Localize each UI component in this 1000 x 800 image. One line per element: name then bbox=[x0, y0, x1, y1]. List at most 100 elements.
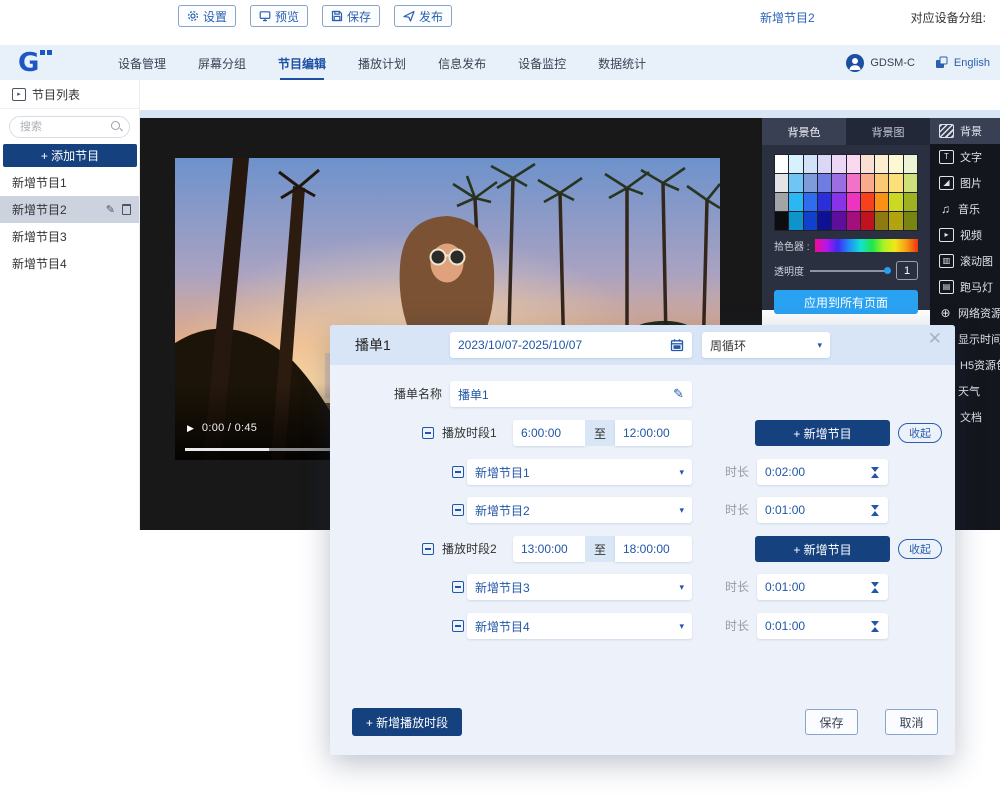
segment-start-input[interactable]: 6:00:00 bbox=[513, 420, 585, 446]
tool-text[interactable]: T文字 bbox=[930, 144, 1000, 170]
tool-music[interactable]: ♫音乐 bbox=[930, 196, 1000, 222]
program-select[interactable]: 新增节目2▾ bbox=[467, 497, 692, 523]
duration-input[interactable]: 0:01:00 bbox=[757, 613, 888, 639]
sidebar-program-item[interactable]: 新增节目1 bbox=[0, 169, 139, 196]
color-swatch[interactable] bbox=[804, 155, 817, 173]
sidebar-program-item[interactable]: 新增节目3 bbox=[0, 223, 139, 250]
nav-item-5[interactable]: 信息发布 bbox=[436, 46, 488, 79]
add-program-button[interactable]: + 添加节目 bbox=[3, 144, 137, 167]
add-segment-button[interactable]: + 新增播放时段 bbox=[352, 708, 462, 736]
hourglass-icon[interactable] bbox=[871, 582, 880, 593]
color-swatch[interactable] bbox=[847, 155, 860, 173]
tab-bg-color[interactable]: 背景色 bbox=[762, 118, 846, 145]
color-swatch[interactable] bbox=[847, 212, 860, 230]
language-toggle[interactable]: English bbox=[954, 57, 990, 69]
color-swatch[interactable] bbox=[904, 193, 917, 211]
save-button[interactable]: 保存 bbox=[322, 5, 380, 27]
loop-mode-select[interactable]: 周循环 ▾ bbox=[702, 332, 830, 358]
hourglass-icon[interactable] bbox=[871, 505, 880, 516]
segment-end-input[interactable]: 18:00:00 bbox=[615, 536, 692, 562]
color-swatch[interactable] bbox=[861, 193, 874, 211]
color-picker-gradient[interactable] bbox=[815, 239, 918, 252]
color-swatch[interactable] bbox=[775, 193, 788, 211]
publish-button[interactable]: 发布 bbox=[394, 5, 452, 27]
trash-icon[interactable] bbox=[122, 204, 131, 215]
color-swatch[interactable] bbox=[804, 174, 817, 192]
color-swatch[interactable] bbox=[832, 174, 845, 192]
opacity-slider[interactable] bbox=[810, 270, 890, 272]
color-swatch[interactable] bbox=[889, 155, 902, 173]
color-swatch[interactable] bbox=[804, 193, 817, 211]
hourglass-icon[interactable] bbox=[871, 467, 880, 478]
user-avatar-icon[interactable] bbox=[846, 54, 864, 72]
edit-icon[interactable]: ✎ bbox=[106, 203, 115, 216]
close-icon[interactable]: ✕ bbox=[928, 330, 942, 347]
color-swatch[interactable] bbox=[832, 193, 845, 211]
hourglass-icon[interactable] bbox=[871, 621, 880, 632]
modal-save-button[interactable]: 保存 bbox=[805, 709, 858, 735]
username[interactable]: GDSM-C bbox=[870, 57, 915, 69]
color-swatch[interactable] bbox=[818, 212, 831, 230]
color-swatch[interactable] bbox=[804, 212, 817, 230]
segment-add-program-button[interactable]: + 新增节目 bbox=[755, 536, 890, 562]
tab-bg-image[interactable]: 背景图 bbox=[846, 118, 930, 145]
color-swatch[interactable] bbox=[875, 193, 888, 211]
date-range-input[interactable]: 2023/10/07-2025/10/07 bbox=[450, 332, 692, 358]
nav-item-3[interactable]: 节目编辑 bbox=[276, 46, 328, 79]
color-swatch[interactable] bbox=[789, 174, 802, 192]
program-remove-icon[interactable] bbox=[452, 504, 464, 516]
sidebar-program-item[interactable]: 新增节目2✎ bbox=[0, 196, 139, 223]
color-swatch[interactable] bbox=[904, 212, 917, 230]
program-remove-icon[interactable] bbox=[452, 581, 464, 593]
color-swatch[interactable] bbox=[889, 174, 902, 192]
color-swatch[interactable] bbox=[875, 155, 888, 173]
segment-end-input[interactable]: 12:00:00 bbox=[615, 420, 692, 446]
play-icon[interactable]: ▶ bbox=[187, 423, 194, 434]
color-swatch[interactable] bbox=[832, 212, 845, 230]
tool-network-resource[interactable]: ⊕网络资源 bbox=[930, 300, 1000, 326]
color-swatch[interactable] bbox=[861, 174, 874, 192]
color-swatch[interactable] bbox=[889, 193, 902, 211]
color-swatch[interactable] bbox=[818, 155, 831, 173]
color-swatch[interactable] bbox=[904, 155, 917, 173]
color-swatch[interactable] bbox=[775, 155, 788, 173]
color-swatch[interactable] bbox=[789, 193, 802, 211]
color-swatch[interactable] bbox=[861, 155, 874, 173]
color-swatch[interactable] bbox=[847, 193, 860, 211]
program-select[interactable]: 新增节目3▾ bbox=[467, 574, 692, 600]
opacity-slider-handle[interactable] bbox=[884, 267, 891, 274]
color-swatch[interactable] bbox=[875, 212, 888, 230]
preview-button[interactable]: 预览 bbox=[250, 5, 308, 27]
opacity-value[interactable]: 1 bbox=[896, 261, 918, 280]
playlist-name-input[interactable]: 播单1 ✎ bbox=[450, 381, 692, 407]
edit-pencil-icon[interactable]: ✎ bbox=[673, 386, 684, 402]
program-select[interactable]: 新增节目1▾ bbox=[467, 459, 692, 485]
sidebar-program-item[interactable]: 新增节目4 bbox=[0, 250, 139, 277]
modal-cancel-button[interactable]: 取消 bbox=[885, 709, 938, 735]
tool-video[interactable]: ▸视频 bbox=[930, 222, 1000, 248]
program-remove-icon[interactable] bbox=[452, 466, 464, 478]
color-swatch[interactable] bbox=[847, 174, 860, 192]
tool-scroll-image[interactable]: ▥滚动图 bbox=[930, 248, 1000, 274]
color-swatch[interactable] bbox=[875, 174, 888, 192]
nav-item-1[interactable]: 设备管理 bbox=[116, 46, 168, 79]
color-swatch[interactable] bbox=[775, 174, 788, 192]
color-swatch[interactable] bbox=[818, 174, 831, 192]
color-swatch[interactable] bbox=[789, 212, 802, 230]
color-swatch[interactable] bbox=[861, 212, 874, 230]
segment-start-input[interactable]: 13:00:00 bbox=[513, 536, 585, 562]
nav-item-7[interactable]: 数据统计 bbox=[596, 46, 648, 79]
color-swatch[interactable] bbox=[818, 193, 831, 211]
settings-button[interactable]: 设置 bbox=[178, 5, 236, 27]
nav-item-6[interactable]: 设备监控 bbox=[516, 46, 568, 79]
duration-input[interactable]: 0:01:00 bbox=[757, 497, 888, 523]
color-swatch[interactable] bbox=[775, 212, 788, 230]
tool-marquee[interactable]: ▤跑马灯 bbox=[930, 274, 1000, 300]
segment-collapse-button[interactable]: 收起 bbox=[898, 539, 942, 559]
segment-collapse-button[interactable]: 收起 bbox=[898, 423, 942, 443]
program-select[interactable]: 新增节目4▾ bbox=[467, 613, 692, 639]
segment-add-program-button[interactable]: + 新增节目 bbox=[755, 420, 890, 446]
segment-remove-icon[interactable] bbox=[422, 543, 434, 555]
duration-input[interactable]: 0:02:00 bbox=[757, 459, 888, 485]
nav-item-2[interactable]: 屏幕分组 bbox=[196, 46, 248, 79]
